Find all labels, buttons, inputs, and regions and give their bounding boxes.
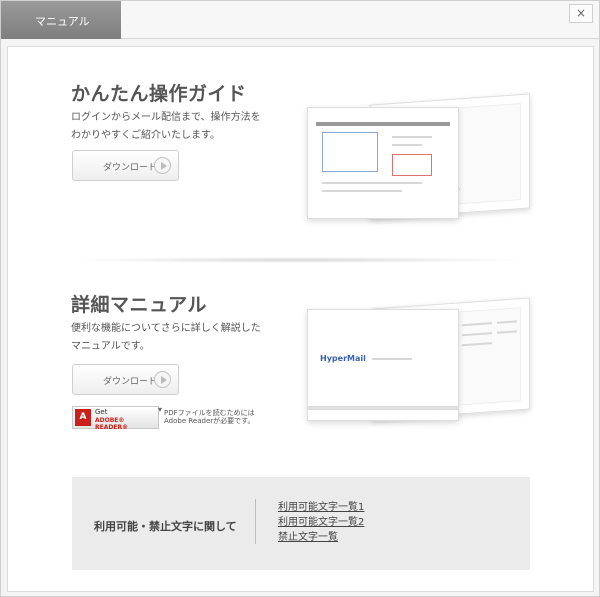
character-info-box: 利用可能・禁止文字に関して 利用可能文字一覧1 利用可能文字一覧2 禁止文字一覧 xyxy=(72,477,530,570)
content-panel: かんたん操作ガイド ログインからメール配信まで、操作方法を わかりやすくご紹介い… xyxy=(7,46,594,592)
guide-title: かんたん操作ガイド xyxy=(71,83,247,105)
manual-download-button[interactable]: ダウンロード xyxy=(72,364,179,395)
play-icon xyxy=(154,157,171,174)
manual-description: 便利な機能についてさらに詳しく解説した マニュアルです。 xyxy=(71,323,261,352)
title-bar: マニュアル × xyxy=(1,1,599,39)
adobe-reader-label: ADOBE® READER® xyxy=(95,417,129,431)
vertical-divider xyxy=(255,499,256,544)
tab-manual[interactable]: マニュアル xyxy=(1,1,121,39)
manual-title: 詳細マニュアル xyxy=(71,294,207,316)
guide-description: ログインからメール配信まで、操作方法を わかりやすくご紹介いたします。 xyxy=(71,112,261,141)
manual-window: マニュアル × かんたん操作ガイド ログインからメール配信まで、操作方法を わか… xyxy=(0,0,600,597)
download-arrow-icon: ▾ xyxy=(158,405,163,414)
character-links: 利用可能文字一覧1 利用可能文字一覧2 禁止文字一覧 xyxy=(278,500,364,545)
hypermail-logo: HyperMail xyxy=(320,354,366,363)
guide-download-label: ダウンロード xyxy=(103,163,158,173)
adobe-pdf-icon: A xyxy=(75,409,91,426)
guide-thumb-front-page xyxy=(307,107,459,219)
get-adobe-reader-button[interactable]: A Get ADOBE® READER® xyxy=(72,406,159,431)
adobe-note: PDFファイルを読むためには Adobe Readerが必要です。 xyxy=(164,409,255,425)
adobe-get-label: Get xyxy=(95,408,108,416)
section-divider xyxy=(68,257,528,263)
guide-download-button[interactable]: ダウンロード xyxy=(72,150,179,181)
manual-thumb-front-page: HyperMail xyxy=(307,309,459,421)
link-available-chars-1[interactable]: 利用可能文字一覧1 xyxy=(278,500,364,515)
play-icon xyxy=(154,371,171,388)
manual-download-label: ダウンロード xyxy=(103,377,158,387)
link-prohibited-chars[interactable]: 禁止文字一覧 xyxy=(278,530,364,545)
character-info-title: 利用可能・禁止文字に関して xyxy=(94,520,237,533)
close-button[interactable]: × xyxy=(569,4,593,23)
link-available-chars-2[interactable]: 利用可能文字一覧2 xyxy=(278,515,364,530)
